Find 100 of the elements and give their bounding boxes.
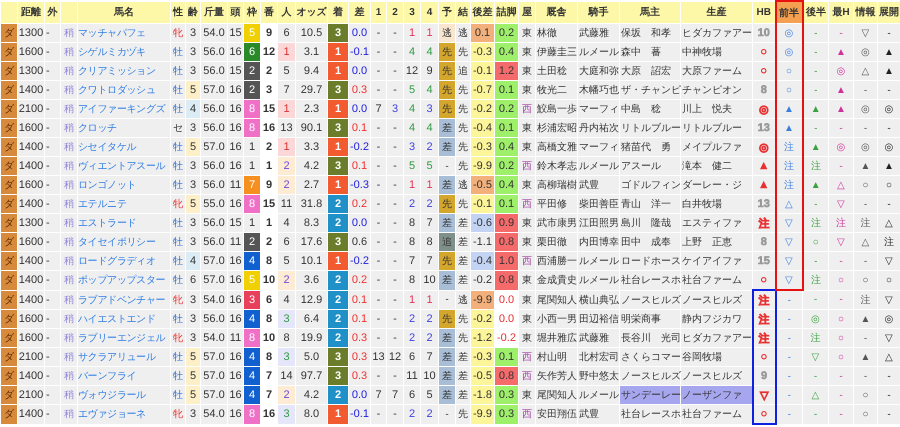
table-cell: 56.0 — [200, 118, 228, 138]
column-header[interactable]: 4 — [420, 1, 438, 24]
horse-name-link[interactable]: シセイタケル — [78, 138, 170, 156]
table-cell: 0.3 — [348, 348, 370, 366]
column-header[interactable]: 差 — [348, 1, 370, 24]
column-header[interactable]: HB — [752, 1, 776, 24]
horse-name-link[interactable]: ヴォウジラール — [78, 386, 170, 404]
table-cell: ルメール — [578, 42, 620, 62]
column-header[interactable]: 後半 — [802, 1, 828, 24]
column-header[interactable]: 詰脚 — [494, 1, 518, 24]
horse-name-link[interactable]: ロードグラディオ — [78, 252, 170, 270]
horse-name-link[interactable]: ラブアドベンチャー — [78, 290, 170, 310]
table-cell: ○ — [828, 328, 854, 348]
column-header[interactable]: 展開 — [878, 1, 900, 24]
table-cell: 0.6 — [348, 232, 370, 252]
table-cell: 1400 — [18, 80, 44, 100]
table-cell: 武藤雅 — [578, 328, 620, 348]
table-cell: 注 — [752, 328, 776, 348]
table-cell: 0.2 — [494, 100, 518, 118]
table-cell: ダ — [0, 348, 18, 366]
column-header[interactable]: 2 — [386, 1, 404, 24]
table-cell: 明栄商事 — [620, 310, 680, 328]
column-header[interactable]: 距離 — [18, 1, 44, 24]
column-header[interactable]: 枠 — [244, 1, 260, 24]
horse-name-link[interactable]: シゲルミカヅキ — [78, 42, 170, 62]
table-cell: 2100 — [18, 386, 44, 404]
horse-name-link[interactable]: エテルニテ — [78, 194, 170, 214]
table-cell: - — [854, 328, 878, 348]
column-header[interactable]: 1 — [370, 1, 386, 24]
table-cell: 田中 成奉 — [620, 232, 680, 252]
table-cell: - — [878, 386, 900, 404]
table-cell: 注 — [854, 290, 878, 310]
column-header[interactable]: 屋 — [518, 1, 536, 24]
table-cell: - — [854, 366, 878, 386]
table-cell: 12.9 — [296, 290, 328, 310]
table-cell: - — [802, 290, 828, 310]
horse-name-link[interactable]: サクラアリュール — [78, 348, 170, 366]
column-header[interactable]: 番 — [260, 1, 278, 24]
horse-name-link[interactable]: マッチャパフェ — [78, 24, 170, 42]
column-header[interactable]: 馬主 — [620, 1, 680, 24]
table-cell: -0.1 — [470, 62, 494, 80]
horse-name-link[interactable]: エストラード — [78, 214, 170, 232]
table-cell: ▲ — [878, 62, 900, 80]
horse-name-link[interactable]: タイセイポリシー — [78, 232, 170, 252]
horse-name-link[interactable]: クリアミッション — [78, 62, 170, 80]
table-cell: - — [878, 118, 900, 138]
horse-name-link[interactable]: クロッチ — [78, 118, 170, 138]
table-cell: 15 — [752, 252, 776, 270]
column-header[interactable]: 結 — [456, 1, 470, 24]
table-cell: ダ — [0, 404, 18, 424]
column-header[interactable]: 前半 — [776, 1, 802, 24]
column-header[interactable]: 騎手 — [578, 1, 620, 24]
table-cell: -1.1 — [470, 232, 494, 252]
table-cell: リトルブルー — [620, 118, 680, 138]
horse-name-link[interactable]: ポップアップスター — [78, 270, 170, 290]
column-header[interactable]: 人 — [278, 1, 296, 24]
column-header[interactable]: 斤量 — [200, 1, 228, 24]
table-cell: 1300 — [18, 62, 44, 80]
table-cell: 注 — [776, 176, 802, 194]
table-cell: 10 — [752, 24, 776, 42]
table-cell: 0.0 — [348, 100, 370, 118]
table-cell: -0.2 — [348, 252, 370, 270]
table-cell: - — [878, 194, 900, 214]
table-cell: メイプルファ — [680, 138, 752, 156]
column-header[interactable]: 齢 — [186, 1, 200, 24]
table-cell: 97.7 — [296, 366, 328, 386]
column-header[interactable]: オッズ — [296, 1, 328, 24]
column-header[interactable]: 馬名 — [78, 1, 170, 24]
table-cell: ▲ — [752, 176, 776, 194]
table-cell: 0.3 — [348, 80, 370, 100]
column-header[interactable]: 3 — [404, 1, 420, 24]
horse-name-link[interactable]: エヴァジョーネ — [78, 404, 170, 424]
column-header[interactable]: 最H — [828, 1, 854, 24]
column-header[interactable]: 情報 — [854, 1, 878, 24]
table-cell: 10.1 — [296, 252, 328, 270]
column-header[interactable]: 厩舎 — [536, 1, 578, 24]
column-header[interactable]: 性 — [170, 1, 186, 24]
column-header[interactable]: 生産 — [680, 1, 752, 24]
table-cell: 4.2 — [296, 386, 328, 404]
table-cell: -1.8 — [470, 386, 494, 404]
column-header[interactable]: 後差 — [470, 1, 494, 24]
horse-name-link[interactable]: アイファーキングズ — [78, 100, 170, 118]
table-cell: 31.8 — [296, 194, 328, 214]
horse-name-link[interactable]: ロンゴノット — [78, 176, 170, 194]
column-header[interactable]: 外 — [44, 1, 60, 24]
table-cell: ▲ — [752, 156, 776, 176]
table-cell: 2 — [328, 310, 348, 328]
horse-name-link[interactable]: クワトロダッシュ — [78, 80, 170, 100]
horse-name-link[interactable]: ヴィエントアスール — [78, 156, 170, 176]
column-header[interactable]: 予 — [438, 1, 456, 24]
column-header[interactable]: 着 — [328, 1, 348, 24]
column-header[interactable]: 頭 — [228, 1, 244, 24]
horse-name-link[interactable]: バーンフライ — [78, 366, 170, 386]
table-cell: 3 — [328, 118, 348, 138]
table-cell: 1 — [328, 100, 348, 118]
table-cell: チャンピオン — [680, 80, 752, 100]
horse-name-link[interactable]: ラブリーエンジェル — [78, 328, 170, 348]
horse-name-link[interactable]: ハイエストエンド — [78, 310, 170, 328]
table-cell: 57.0 — [200, 252, 228, 270]
table-cell: ▲ — [828, 100, 854, 118]
